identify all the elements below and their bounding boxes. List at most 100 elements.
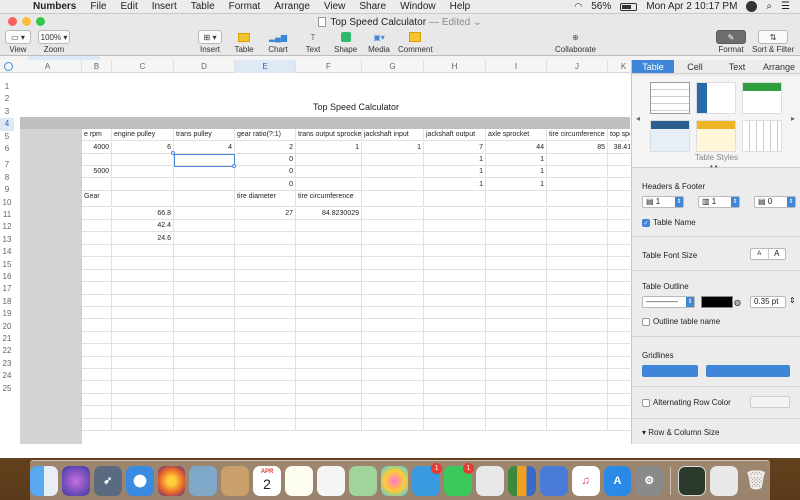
page-dots[interactable]: •• (710, 162, 720, 171)
header-columns-stepper[interactable]: ▥ 1 ⇕ (698, 196, 740, 208)
table-cell[interactable] (547, 331, 608, 345)
itunes-icon[interactable]: ♫ (571, 465, 600, 496)
header-cell[interactable]: trans pulley (174, 129, 235, 142)
table-cell[interactable] (362, 154, 424, 167)
menu-help[interactable]: Help (443, 1, 478, 12)
table-cell[interactable] (112, 282, 174, 295)
table-cell[interactable] (486, 344, 547, 357)
table-cell[interactable] (296, 369, 362, 382)
table-cell[interactable] (362, 191, 424, 207)
menu-view[interactable]: View (317, 1, 353, 12)
app-store-icon[interactable]: A (603, 465, 632, 496)
row-header-18[interactable]: 18 (0, 296, 14, 308)
siri-icon[interactable] (61, 465, 90, 496)
table-cell[interactable] (112, 269, 174, 283)
table-cell[interactable] (174, 344, 235, 357)
menu-edit[interactable]: Edit (113, 1, 144, 12)
table-cell[interactable] (547, 406, 608, 419)
column-header-G[interactable]: G (362, 60, 424, 73)
format-button[interactable]: ✎ Format (716, 30, 746, 54)
table-cell[interactable]: 0 (235, 154, 296, 167)
header-rows-stepper[interactable]: ▤ 1 ⇕ (642, 196, 684, 208)
table-cell[interactable] (174, 166, 235, 179)
pages-icon[interactable] (476, 465, 504, 496)
table-cell[interactable] (608, 406, 630, 419)
row-header-1[interactable]: 1 (0, 81, 14, 93)
table-cell[interactable] (296, 294, 362, 307)
table-cell[interactable] (486, 319, 547, 332)
table-cell[interactable] (608, 307, 630, 320)
table-cell[interactable] (112, 307, 174, 320)
table-cell[interactable] (82, 178, 112, 191)
table-cell[interactable] (547, 257, 608, 270)
row-header-12[interactable]: 12 (0, 221, 14, 233)
tab-arrange[interactable]: Arrange (758, 60, 800, 73)
table-cell[interactable] (296, 319, 362, 332)
close-button[interactable] (8, 17, 17, 26)
table-cell[interactable] (608, 245, 630, 258)
chevron-left-icon[interactable]: ◂ (636, 114, 640, 123)
column-header-D[interactable]: D (174, 60, 235, 73)
row-header-3[interactable]: 3 (0, 106, 14, 118)
table-cell[interactable]: 1 (424, 154, 486, 167)
table-cell[interactable] (174, 369, 235, 382)
table-cell[interactable]: tire diameter (235, 191, 296, 207)
row-header-11[interactable]: 11 (0, 209, 14, 221)
battery-percent[interactable]: 56% (591, 1, 611, 12)
table-cell[interactable] (362, 220, 424, 233)
column-header-F[interactable]: F (296, 60, 362, 73)
spotlight-icon[interactable]: ⌕ (766, 1, 772, 12)
table-style-minimal[interactable] (742, 120, 782, 152)
menu-format[interactable]: Format (222, 1, 268, 12)
table-cell[interactable] (362, 381, 424, 394)
table-cell[interactable] (82, 319, 112, 332)
table-cell[interactable] (82, 207, 112, 220)
table-cell[interactable] (547, 418, 608, 431)
menu-app-name[interactable]: Numbers (26, 1, 83, 12)
window-title-status[interactable]: — Edited (429, 17, 470, 28)
alternating-color-well[interactable] (750, 396, 790, 408)
table-cell[interactable] (112, 381, 174, 394)
table-cell[interactable] (486, 220, 547, 233)
row-header-2[interactable]: 2 (0, 93, 14, 105)
table-cell[interactable] (547, 154, 608, 167)
column-header-K[interactable]: K (608, 60, 630, 73)
table-cell[interactable] (235, 393, 296, 407)
table-cell[interactable] (424, 331, 486, 345)
decrease-font-button[interactable]: A (751, 249, 769, 259)
table-cell[interactable] (112, 393, 174, 407)
gridlines-horizontal-toggle[interactable] (642, 365, 698, 377)
table-cell[interactable] (608, 332, 630, 345)
row-header-7[interactable]: 7 (0, 159, 14, 171)
column-header-C[interactable]: C (112, 60, 174, 73)
outline-width-field[interactable]: 0.35 pt (750, 296, 786, 308)
outline-name-option[interactable]: Outline table name (642, 317, 792, 326)
header-cell[interactable]: jackshaft input (362, 129, 424, 142)
header-cell[interactable]: tire circumference (547, 129, 608, 142)
table-cell[interactable] (547, 356, 608, 369)
tab-table[interactable]: Table (632, 60, 674, 73)
row-header-14[interactable]: 14 (0, 246, 14, 258)
table-cell[interactable] (608, 270, 630, 283)
table-cell[interactable] (362, 269, 424, 283)
header-cell[interactable]: trans output sprocket (296, 129, 362, 142)
table-cell[interactable] (112, 319, 174, 332)
increase-font-button[interactable]: A (769, 249, 786, 259)
row-header-21[interactable]: 21 (0, 333, 14, 345)
zoom-dropdown[interactable]: 100% ▾ Zoom (38, 30, 70, 54)
table-name-option[interactable]: ✓ Table Name (642, 218, 792, 227)
menu-arrange[interactable]: Arrange (267, 1, 317, 12)
column-header-B[interactable]: B (82, 60, 112, 73)
table-style-gray[interactable] (650, 82, 690, 114)
table-cell[interactable] (608, 419, 630, 431)
table-cell[interactable] (82, 356, 112, 369)
table-cell[interactable] (112, 356, 174, 369)
table-cell[interactable] (608, 208, 630, 220)
row-header-19[interactable]: 19 (0, 308, 14, 320)
sort-filter-button[interactable]: ⇅ Sort & Filter (752, 30, 794, 54)
table-cell[interactable] (174, 319, 235, 332)
table-cell[interactable] (608, 357, 630, 369)
row-header-4[interactable]: 4 (0, 118, 14, 131)
table-cell[interactable] (296, 257, 362, 270)
gridlines-vertical-toggle[interactable] (706, 365, 790, 377)
